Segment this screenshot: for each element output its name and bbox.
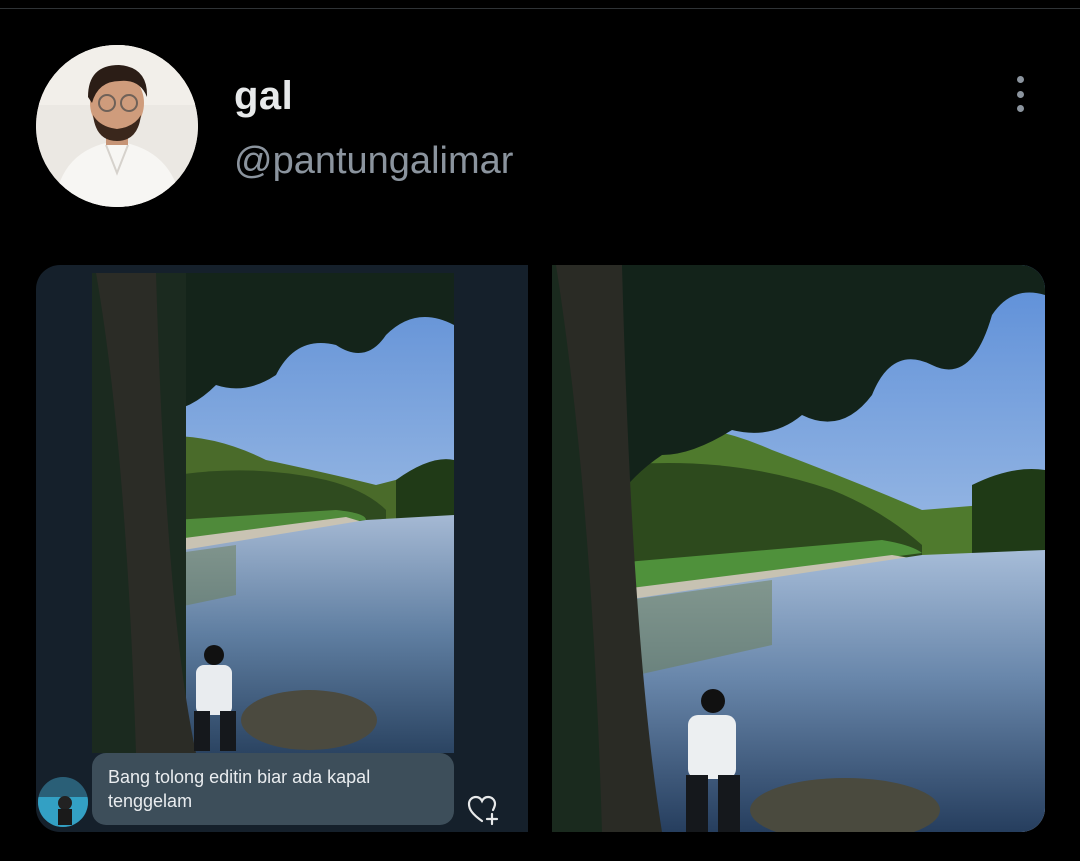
avatar[interactable] — [36, 45, 198, 207]
river-photo — [552, 265, 1045, 832]
heart-add-icon[interactable] — [466, 793, 500, 827]
dm-message-text: Bang tolong editin biar ada kapal tengge… — [108, 767, 371, 811]
top-divider — [0, 8, 1080, 9]
dm-sender-avatar — [38, 777, 88, 827]
more-dot — [1016, 76, 1024, 83]
more-options-icon[interactable] — [1004, 72, 1036, 116]
tweet-media: Bang tolong editin biar ada kapal tengge… — [36, 265, 1045, 832]
dm-message-bubble: Bang tolong editin biar ada kapal tengge… — [92, 753, 454, 825]
avatar-image — [36, 45, 198, 207]
display-name[interactable]: gal — [234, 74, 293, 119]
more-dot — [1016, 105, 1024, 112]
media-image-left[interactable]: Bang tolong editin biar ada kapal tengge… — [36, 265, 528, 832]
more-dot — [1016, 90, 1024, 98]
dm-photo — [92, 273, 454, 753]
media-image-right[interactable] — [552, 265, 1045, 832]
user-handle[interactable]: @pantungalimar — [234, 140, 513, 183]
